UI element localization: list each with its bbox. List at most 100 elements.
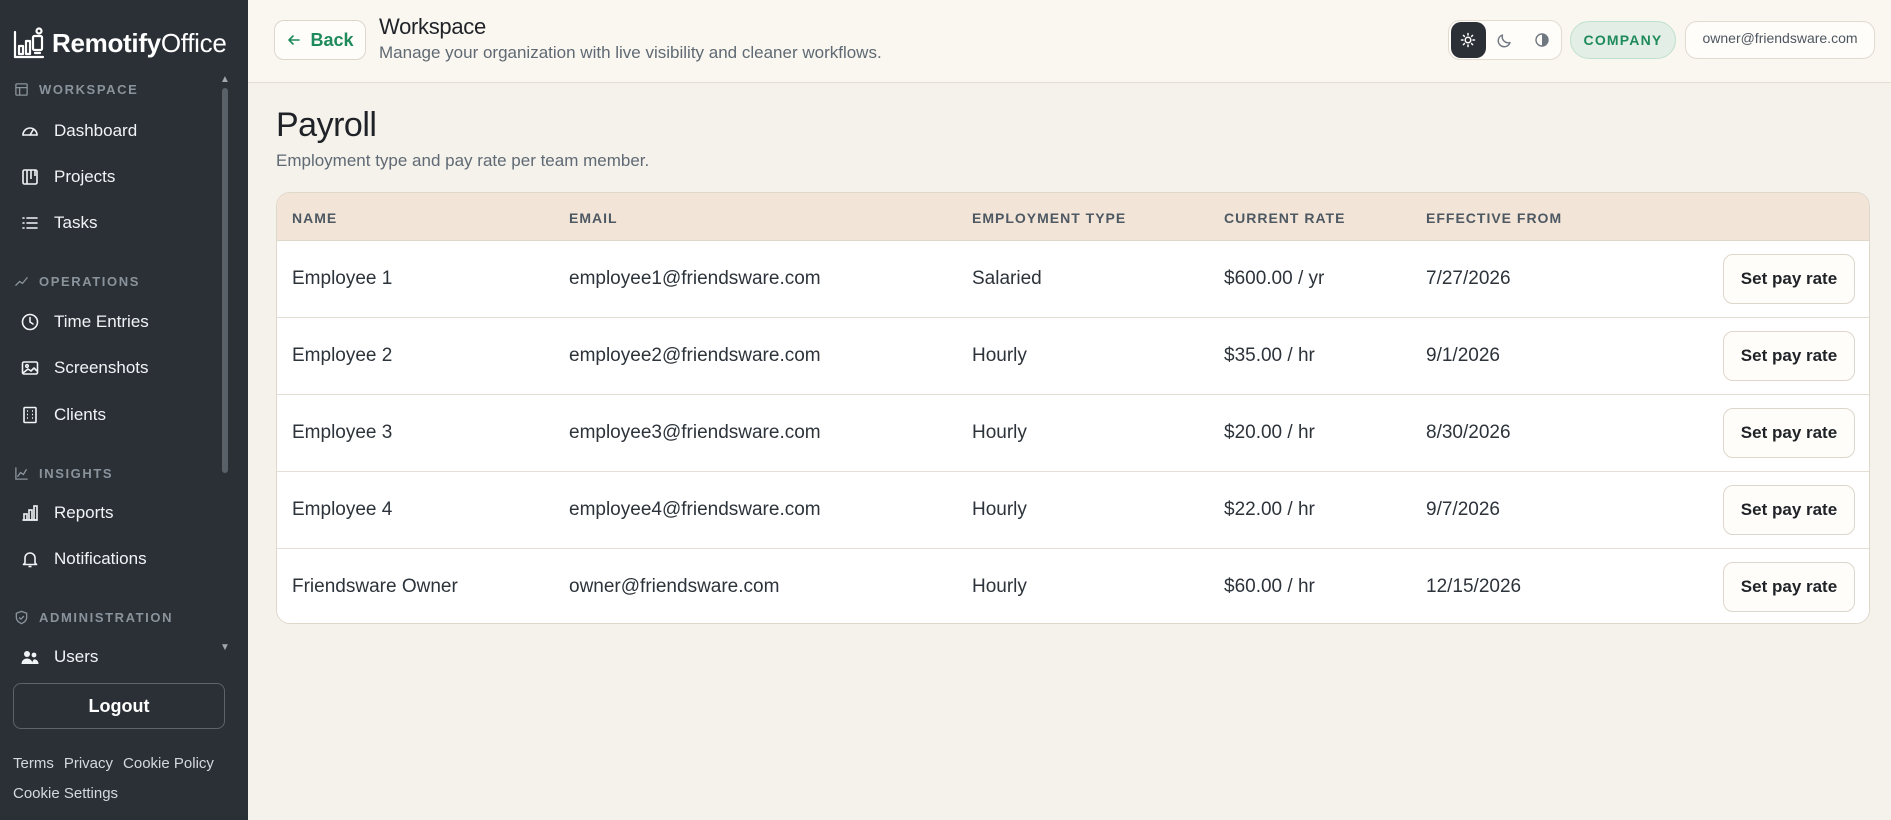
sparkle-icon bbox=[15, 277, 28, 286]
table-header: NAME EMAIL EMPLOYMENT TYPE CURRENT RATE … bbox=[277, 193, 1869, 241]
sun-icon bbox=[1461, 32, 1476, 48]
cell-employment-type: Hourly bbox=[972, 499, 1027, 520]
cell-current-rate: $20.00 / hr bbox=[1224, 422, 1315, 443]
shield-icon bbox=[15, 610, 28, 625]
sidebar-item-label: Clients bbox=[54, 405, 106, 424]
column-header-name: NAME bbox=[292, 210, 338, 226]
column-header-effective-from: EFFECTIVE FROM bbox=[1426, 210, 1563, 226]
page-title: Payroll bbox=[276, 106, 377, 144]
section-label: WORKSPACE bbox=[39, 82, 139, 97]
workspace-title: Workspace bbox=[379, 14, 486, 39]
company-badge[interactable]: COMPANY bbox=[1570, 21, 1676, 59]
cell-name: Friendsware Owner bbox=[292, 576, 458, 597]
sidebar-item-label: Screenshots bbox=[54, 358, 149, 377]
user-email-menu[interactable]: owner@friendsware.com bbox=[1685, 21, 1875, 59]
set-pay-rate-button[interactable]: Set pay rate bbox=[1723, 331, 1855, 381]
set-pay-rate-button[interactable]: Set pay rate bbox=[1723, 254, 1855, 304]
logo-icon bbox=[13, 27, 45, 59]
sidebar-item-tasks[interactable]: Tasks bbox=[20, 208, 210, 238]
gauge-icon bbox=[22, 127, 38, 136]
sidebar-item-clients[interactable]: Clients bbox=[20, 400, 210, 430]
page-subtitle: Employment type and pay rate per team me… bbox=[276, 151, 650, 170]
cookie-settings-link[interactable]: Cookie Settings bbox=[13, 785, 118, 802]
trend-icon bbox=[15, 467, 28, 480]
table-row: Friendsware Owner owner@friendsware.com … bbox=[277, 549, 1869, 623]
list-icon bbox=[22, 217, 38, 229]
cell-employment-type: Hourly bbox=[972, 576, 1027, 597]
building-icon bbox=[23, 406, 37, 424]
dark-theme-button[interactable] bbox=[1488, 22, 1523, 58]
bar-chart-icon bbox=[22, 505, 38, 521]
users-icon bbox=[21, 651, 39, 664]
table-row: Employee 2 employee2@friendsware.com Hou… bbox=[277, 318, 1869, 395]
brand-logo[interactable]: RemotifyOffice bbox=[12, 26, 227, 60]
set-pay-rate-button[interactable]: Set pay rate bbox=[1723, 485, 1855, 535]
cell-email: owner@friendsware.com bbox=[569, 576, 780, 597]
bell-icon bbox=[22, 552, 38, 568]
table-row: Employee 4 employee4@friendsware.com Hou… bbox=[277, 472, 1869, 549]
sidebar-item-time-entries[interactable]: Time Entries bbox=[20, 307, 210, 337]
cell-employment-type: Hourly bbox=[972, 422, 1027, 443]
table-row: Employee 1 employee1@friendsware.com Sal… bbox=[277, 241, 1869, 318]
cell-current-rate: $22.00 / hr bbox=[1224, 499, 1315, 520]
sidebar-item-dashboard[interactable]: Dashboard bbox=[20, 116, 210, 146]
cell-current-rate: $600.00 / yr bbox=[1224, 268, 1325, 289]
set-pay-rate-button[interactable]: Set pay rate bbox=[1723, 562, 1855, 612]
sidebar-item-label: Notifications bbox=[54, 549, 147, 568]
image-icon bbox=[21, 361, 39, 375]
set-pay-rate-button[interactable]: Set pay rate bbox=[1723, 408, 1855, 458]
sidebar-item-label: Projects bbox=[54, 167, 116, 186]
sidebar-item-users[interactable]: Users bbox=[20, 642, 210, 668]
sidebar-item-label: Tasks bbox=[54, 213, 98, 232]
section-workspace: WORKSPACE bbox=[14, 82, 138, 97]
terms-link[interactable]: Terms bbox=[13, 755, 54, 772]
privacy-link[interactable]: Privacy bbox=[64, 755, 113, 772]
sidebar-scrollbar[interactable] bbox=[222, 88, 228, 473]
light-theme-button[interactable] bbox=[1451, 22, 1486, 58]
sidebar: RemotifyOffice WORKSPACE Dashboard Proje… bbox=[0, 0, 248, 820]
back-button[interactable]: Back bbox=[274, 20, 366, 60]
top-bar: Back Workspace Manage your organization … bbox=[248, 0, 1891, 83]
theme-switcher bbox=[1448, 20, 1562, 60]
cell-name: Employee 2 bbox=[292, 345, 393, 366]
cell-employment-type: Hourly bbox=[972, 345, 1027, 366]
sidebar-item-label: Time Entries bbox=[54, 312, 149, 331]
sidebar-nav: WORKSPACE Dashboard Projects Tasks OPERA… bbox=[0, 74, 248, 668]
cell-effective-from: 9/7/2026 bbox=[1426, 499, 1500, 520]
cookie-policy-link[interactable]: Cookie Policy bbox=[123, 755, 214, 772]
sidebar-item-projects[interactable]: Projects bbox=[20, 162, 210, 192]
column-header-current-rate: CURRENT RATE bbox=[1224, 210, 1346, 226]
cell-effective-from: 9/1/2026 bbox=[1426, 345, 1500, 366]
cell-effective-from: 7/27/2026 bbox=[1426, 268, 1511, 289]
sidebar-item-notifications[interactable]: Notifications bbox=[20, 544, 210, 574]
contrast-icon bbox=[1534, 33, 1549, 47]
sidebar-item-screenshots[interactable]: Screenshots bbox=[20, 353, 210, 383]
section-operations: OPERATIONS bbox=[14, 274, 140, 289]
scroll-down-arrow[interactable]: ▼ bbox=[220, 642, 230, 653]
back-label: Back bbox=[310, 29, 354, 50]
cell-effective-from: 12/15/2026 bbox=[1426, 576, 1522, 597]
cell-email: employee3@friendsware.com bbox=[569, 422, 821, 443]
scroll-up-arrow[interactable]: ▲ bbox=[220, 74, 230, 85]
logout-button[interactable]: Logout bbox=[13, 683, 225, 729]
cell-employment-type: Salaried bbox=[972, 268, 1042, 289]
cell-name: Employee 4 bbox=[292, 499, 393, 520]
workspace-subtitle: Manage your organization with live visib… bbox=[379, 43, 882, 62]
column-header-email: EMAIL bbox=[569, 210, 618, 226]
section-insights: INSIGHTS bbox=[14, 466, 113, 481]
moon-icon bbox=[1497, 34, 1511, 48]
sidebar-item-reports[interactable]: Reports bbox=[20, 498, 210, 528]
column-header-employment-type: EMPLOYMENT TYPE bbox=[972, 210, 1127, 226]
cell-email: employee4@friendsware.com bbox=[569, 499, 821, 520]
cell-email: employee1@friendsware.com bbox=[569, 268, 821, 289]
contrast-theme-button[interactable] bbox=[1524, 22, 1559, 58]
footer-links: Terms Privacy Cookie Policy Cookie Setting… bbox=[13, 749, 238, 809]
section-label: OPERATIONS bbox=[39, 274, 140, 289]
sidebar-item-label: Dashboard bbox=[54, 121, 138, 140]
board-icon bbox=[22, 169, 38, 185]
cell-email: employee2@friendsware.com bbox=[569, 345, 821, 366]
cell-name: Employee 3 bbox=[292, 422, 393, 443]
brand-name-bold: Remotify bbox=[52, 27, 161, 58]
sidebar-item-label: Users bbox=[54, 647, 99, 666]
cell-name: Employee 1 bbox=[292, 268, 393, 289]
